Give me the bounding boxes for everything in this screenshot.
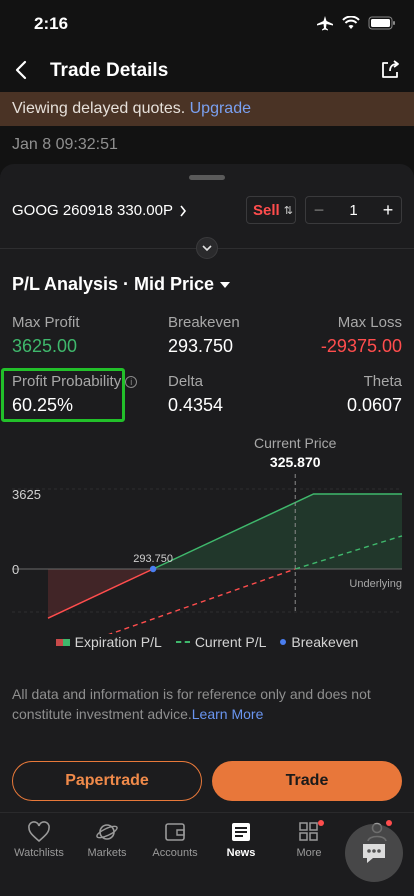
quantity-stepper: − 1 +	[305, 196, 402, 224]
trade-button[interactable]: Trade	[212, 761, 402, 801]
info-icon[interactable]: i	[125, 376, 138, 388]
contract-selector[interactable]: GOOG 260918 330.00P	[12, 202, 187, 219]
tab-label: Markets	[87, 847, 127, 859]
collapse-button[interactable]	[196, 237, 218, 259]
pl-chart[interactable]: Current Price 325.870 3625 0 293.750 Underlyi…	[0, 434, 414, 657]
tab-markets[interactable]: Markets	[72, 821, 142, 859]
tab-label: More	[296, 847, 322, 859]
y-tick-label: 3625	[12, 487, 41, 502]
wifi-icon	[342, 16, 360, 29]
page-title: Trade Details	[50, 60, 169, 81]
upgrade-link[interactable]: Upgrade	[190, 100, 251, 117]
pl-chart-svg: Current Price 325.870 3625 0 293.750 Underlyi…	[12, 435, 403, 657]
max-loss-label: Max Loss	[337, 314, 402, 331]
news-icon	[232, 823, 250, 841]
status-bar: 2:16	[0, 0, 414, 48]
tab-more[interactable]: More	[274, 820, 344, 859]
current-swatch	[175, 641, 190, 643]
legend-item-expiration: Expiration P/L	[55, 634, 162, 650]
delta-value: 0.4354	[168, 395, 224, 415]
chart-legend: Expiration P/L Current P/L Breakeven	[0, 634, 414, 650]
chat-icon	[363, 844, 385, 863]
trade-sheet: GOOG 260918 330.00P Sell ⇅ − 1 + P/L Ana…	[0, 164, 414, 896]
chat-assistant-button[interactable]	[345, 824, 403, 882]
wallet-icon	[165, 823, 185, 841]
max-profit-value: 3625.00	[12, 336, 78, 356]
side-toggle[interactable]: Sell ⇅	[246, 196, 296, 224]
y-tick-label: 0	[12, 562, 19, 577]
profit-probability-value: 60.25%	[12, 395, 74, 415]
delta-label: Delta	[168, 373, 204, 390]
battery-icon	[368, 16, 395, 30]
max-profit-label: Max Profit	[12, 314, 80, 331]
theta-label: Theta	[363, 373, 402, 390]
decrement-button[interactable]: −	[306, 200, 332, 221]
legend-item-current: Current P/L	[175, 634, 267, 650]
breakeven-label: 293.750	[133, 553, 173, 565]
delayed-quotes-banner: Viewing delayed quotes. Upgrade	[0, 92, 414, 126]
tab-news[interactable]: News	[206, 821, 276, 859]
banner-text: Viewing delayed quotes.	[12, 100, 186, 117]
breakeven-value: 293.750	[168, 336, 234, 356]
max-loss-value: -29375.00	[320, 336, 402, 356]
profit-probability-label: Profit Probability i	[12, 373, 138, 390]
breakeven-label: Breakeven	[168, 314, 240, 331]
current-price-label: Current Price	[254, 435, 337, 451]
expiration-swatch	[55, 638, 70, 646]
legend-label-current: Current P/L	[194, 634, 267, 650]
sheet-handle[interactable]	[189, 175, 225, 180]
planet-icon	[96, 824, 118, 840]
heart-icon	[28, 821, 50, 843]
profit-area	[153, 494, 402, 569]
papertrade-button[interactable]: Papertrade	[12, 761, 202, 801]
breakeven-point	[149, 565, 157, 573]
quantity-value[interactable]: 1	[332, 202, 375, 219]
learn-more-link[interactable]: Learn More	[192, 706, 264, 722]
legend-label-expiration: Expiration P/L	[74, 634, 162, 650]
tab-label: Watchlists	[14, 847, 64, 859]
current-price-value: 325.870	[270, 454, 321, 470]
chevron-down-icon	[202, 245, 212, 252]
x-axis-label: Underlying	[349, 578, 402, 590]
contract-name: GOOG 260918 330.00P	[12, 202, 173, 219]
profit-probability-text: Profit Probability	[12, 373, 122, 390]
notification-dot	[318, 820, 324, 826]
quote-timestamp: Jan 8 09:32:51	[12, 136, 118, 153]
tab-accounts[interactable]: Accounts	[140, 821, 210, 859]
airplane-icon	[317, 16, 333, 31]
caret-down-icon	[220, 281, 231, 288]
tab-watchlists[interactable]: Watchlists	[4, 821, 74, 859]
disclaimer: All data and information is for referenc…	[12, 684, 402, 724]
pl-analysis-title: P/L Analysis · Mid Price	[12, 274, 215, 294]
legend-label-breakeven: Breakeven	[291, 634, 359, 650]
tab-label: Accounts	[152, 847, 198, 859]
pl-analysis-selector[interactable]: P/L Analysis · Mid Price	[12, 274, 231, 295]
back-icon[interactable]	[10, 58, 34, 82]
tab-label: News	[226, 847, 256, 859]
increment-button[interactable]: +	[375, 200, 401, 221]
legend-item-breakeven: Breakeven	[280, 634, 358, 650]
theta-value: 0.0607	[346, 395, 402, 415]
share-icon[interactable]	[378, 58, 402, 82]
side-label: Sell	[253, 201, 280, 219]
status-icons	[316, 15, 396, 31]
chevron-right-icon	[180, 205, 186, 216]
breakeven-swatch	[280, 639, 287, 645]
nav-bar: Trade Details	[0, 48, 414, 92]
status-time: 2:16	[34, 14, 69, 33]
swap-icon: ⇅	[283, 204, 293, 217]
